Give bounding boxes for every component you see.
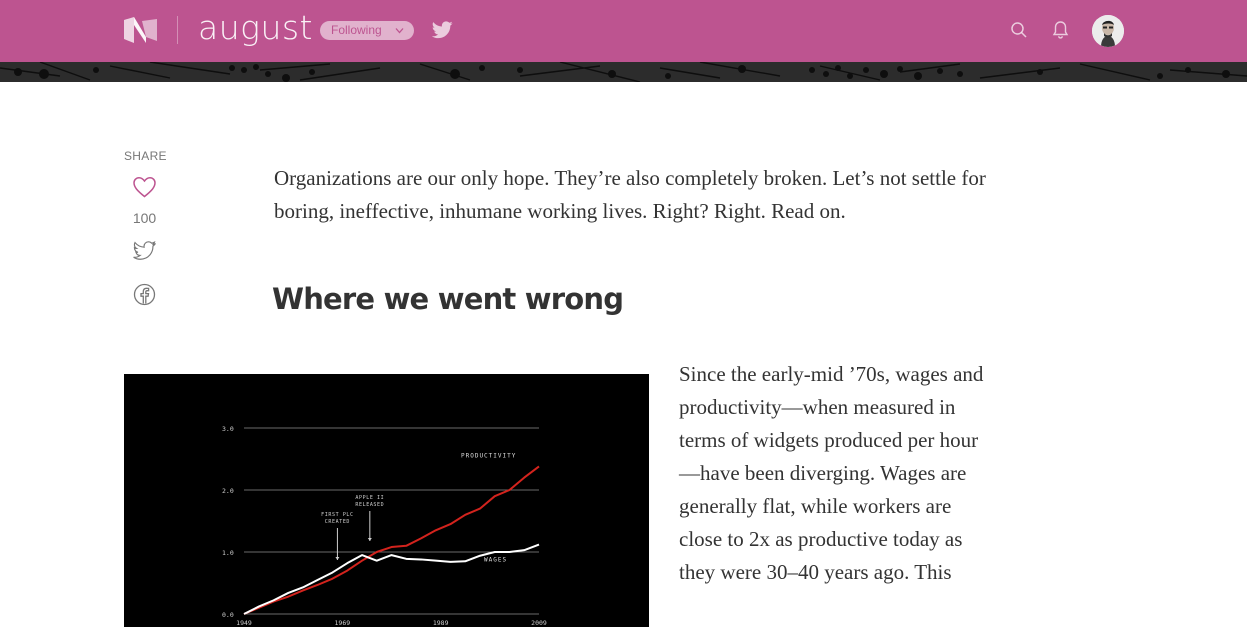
line-chart: 0.0 1.0 2.0 3.0 1949 1969 1989 2009 PRODUCTIVITY…	[222, 425, 547, 627]
annotation-arrowhead	[335, 557, 340, 560]
annotation-label: CREATED	[325, 519, 350, 525]
avatar[interactable]	[1092, 15, 1124, 47]
header-divider	[177, 16, 178, 44]
y-tick-label: 1.0	[222, 549, 234, 557]
annotation-label: RELEASED	[355, 502, 384, 508]
intro-paragraph: Organizations are our only hope. They’re…	[274, 166, 986, 223]
banner-pattern	[0, 62, 1247, 82]
search-icon[interactable]	[1010, 21, 1028, 39]
medium-logo-icon[interactable]	[124, 17, 157, 43]
share-label: SHARE	[124, 149, 167, 163]
header-banner-image	[0, 62, 1247, 82]
series-label: PRODUCTIVITY	[461, 452, 516, 459]
top-navigation-bar: august Following	[0, 0, 1247, 62]
section-heading: Where we went wrong	[272, 282, 624, 316]
productivity-wages-chart-figure: 0.0 1.0 2.0 3.0 1949 1969 1989 2009 PRODUCTIVITY…	[124, 374, 649, 627]
avatar-image	[1092, 15, 1124, 47]
x-tick-label: 1969	[335, 619, 351, 627]
annotation-label: APPLE II	[355, 495, 384, 501]
y-tick-label: 2.0	[222, 487, 234, 495]
y-tick-label: 3.0	[222, 425, 234, 433]
x-tick-label: 2009	[531, 619, 547, 627]
series-label: WAGES	[484, 556, 507, 563]
x-tick-label: 1949	[236, 619, 252, 627]
heart-icon[interactable]	[132, 175, 157, 199]
y-tick-label: 0.0	[222, 611, 234, 619]
twitter-icon[interactable]	[432, 21, 453, 39]
body-paragraph: Since the early-mid ’70s, wages and prod…	[679, 362, 984, 584]
publication-logo[interactable]: august	[198, 8, 313, 48]
like-count: 100	[132, 210, 157, 226]
bell-icon[interactable]	[1051, 20, 1070, 40]
chevron-down-icon	[395, 28, 404, 34]
following-label: Following	[331, 23, 382, 37]
following-button[interactable]: Following	[320, 21, 414, 40]
twitter-share-icon[interactable]	[133, 241, 156, 261]
x-tick-label: 1989	[433, 619, 449, 627]
series-line-wages	[243, 543, 540, 615]
annotation-label: FIRST PLC	[321, 512, 354, 518]
annotation-arrowhead	[367, 538, 372, 541]
facebook-share-icon[interactable]	[133, 283, 156, 306]
